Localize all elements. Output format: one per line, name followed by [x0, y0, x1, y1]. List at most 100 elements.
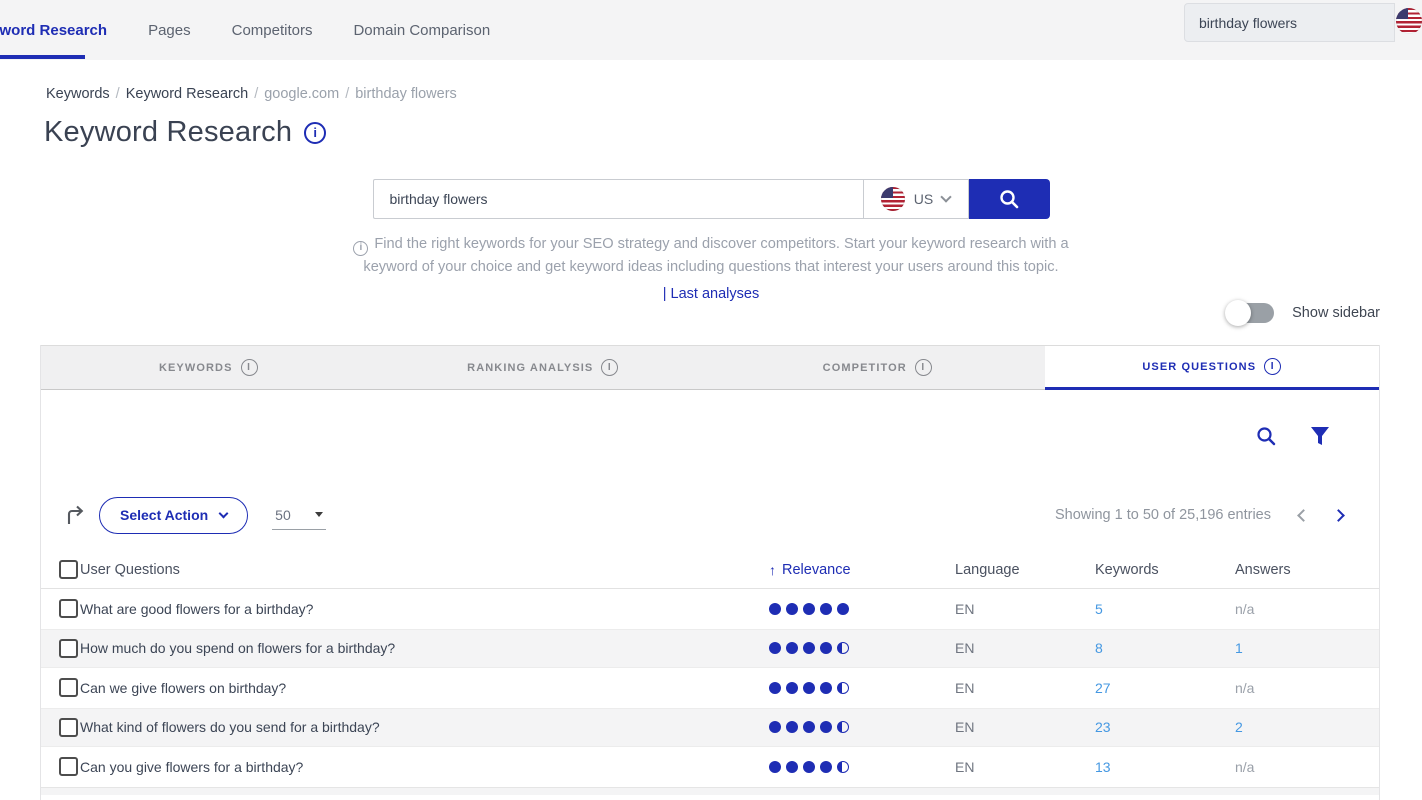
question-cell: What kind of flowers do you send for a b… — [80, 719, 769, 735]
keywords-count-link[interactable]: 23 — [1095, 719, 1111, 735]
language-cell: EN — [955, 640, 1095, 656]
info-icon[interactable]: i — [915, 359, 932, 376]
title-info-icon[interactable]: i — [304, 122, 326, 144]
page-size-select[interactable]: 50 — [272, 500, 326, 530]
answers-cell: n/a — [1235, 601, 1379, 617]
tab-keywords[interactable]: KEYWORDSi — [41, 346, 376, 390]
column-language[interactable]: Language — [955, 562, 1095, 578]
relevance-dot — [769, 721, 781, 733]
nav-items: Keyword Research Pages Competitors Domai… — [0, 0, 531, 60]
select-action-button[interactable]: Select Action — [99, 497, 248, 534]
toggle-knob — [1225, 300, 1251, 326]
nav-item-competitors[interactable]: Competitors — [232, 22, 313, 39]
question-cell: Can we give flowers on birthday? — [80, 680, 769, 696]
keywords-cell: 8 — [1095, 640, 1235, 656]
relevance-dot — [803, 721, 815, 733]
answers-count-link[interactable]: 1 — [1235, 640, 1243, 656]
pagination-next-button[interactable] — [1334, 511, 1343, 520]
pagination-prev-button[interactable] — [1299, 511, 1308, 520]
relevance-dot — [803, 603, 815, 615]
search-button[interactable] — [969, 179, 1050, 219]
us-flag-icon[interactable] — [1396, 8, 1422, 34]
row-checkbox[interactable] — [59, 599, 78, 618]
row-checkbox[interactable] — [59, 718, 78, 737]
keywords-count-link[interactable]: 27 — [1095, 680, 1111, 696]
table-row: How much do you spend on flowers for a b… — [41, 629, 1379, 669]
info-icon[interactable]: i — [1264, 358, 1281, 375]
table-search-icon[interactable] — [1256, 426, 1277, 447]
table-row: Can you give flowers for a birthday? EN … — [41, 747, 1379, 787]
keywords-cell: 23 — [1095, 719, 1235, 735]
info-icon[interactable]: i — [601, 359, 618, 376]
language-cell: EN — [955, 680, 1095, 696]
relevance-dot — [803, 682, 815, 694]
row-checkbox[interactable] — [59, 757, 78, 776]
nav-item-domain-comparison[interactable]: Domain Comparison — [353, 22, 490, 39]
top-search-input[interactable] — [1184, 3, 1395, 42]
keywords-count-link[interactable]: 8 — [1095, 640, 1103, 656]
pipe-divider: | — [663, 286, 667, 302]
tab-competitor[interactable]: COMPETITORi — [710, 346, 1045, 390]
breadcrumb-keyword: birthday flowers — [355, 86, 457, 102]
nav-item-pages[interactable]: Pages — [148, 22, 191, 39]
answers-cell: 1 — [1235, 640, 1379, 656]
caret-down-icon — [315, 512, 323, 517]
export-icon[interactable] — [63, 503, 87, 527]
table-header: User Questions ↑Relevance Language Keywo… — [41, 551, 1379, 589]
tab-user-questions[interactable]: USER QUESTIONSi — [1045, 346, 1380, 390]
answers-cell: 2 — [1235, 719, 1379, 735]
keyword-search-bar: US — [373, 179, 1050, 219]
question-cell: Can you give flowers for a birthday? — [80, 759, 769, 775]
relevance-dots — [769, 721, 955, 733]
chevron-down-icon — [941, 191, 952, 202]
relevance-dots — [769, 682, 955, 694]
nav-item-keyword-research[interactable]: Keyword Research — [0, 22, 107, 39]
relevance-dot — [786, 642, 798, 654]
us-flag-icon — [881, 187, 905, 211]
filter-icon[interactable] — [1311, 427, 1329, 446]
relevance-dot — [837, 761, 849, 773]
table-tools — [41, 390, 1379, 448]
breadcrumb-keyword-research[interactable]: Keyword Research — [126, 86, 249, 102]
relevance-dot — [769, 761, 781, 773]
keywords-count-link[interactable]: 5 — [1095, 601, 1103, 617]
row-checkbox[interactable] — [59, 678, 78, 697]
breadcrumb-keywords[interactable]: Keywords — [46, 86, 110, 102]
column-relevance-sorted[interactable]: ↑Relevance — [769, 562, 955, 578]
column-answers[interactable]: Answers — [1235, 562, 1379, 578]
table-action-row: Select Action 50 Showing 1 to 50 of 25,1… — [41, 496, 1379, 534]
relevance-dot — [769, 642, 781, 654]
active-nav-underline — [0, 55, 85, 59]
row-checkbox[interactable] — [59, 639, 78, 658]
info-icon[interactable]: i — [241, 359, 258, 376]
column-keywords[interactable]: Keywords — [1095, 562, 1235, 578]
language-cell: EN — [955, 719, 1095, 735]
column-user-questions[interactable]: User Questions — [80, 562, 769, 578]
relevance-dot — [803, 761, 815, 773]
country-select[interactable]: US — [863, 179, 969, 219]
relevance-dot — [786, 761, 798, 773]
show-sidebar-label: Show sidebar — [1292, 305, 1380, 321]
table-row: What are good flowers for a birthday? EN… — [41, 589, 1379, 629]
relevance-dots — [769, 642, 955, 654]
relevance-dot — [769, 603, 781, 615]
answers-count-link[interactable]: 2 — [1235, 719, 1243, 735]
table-row: What kind of flowers do you send for a b… — [41, 708, 1379, 748]
search-icon — [998, 188, 1020, 210]
select-all-checkbox[interactable] — [59, 560, 78, 579]
relevance-dot — [769, 682, 781, 694]
show-sidebar-toggle[interactable] — [1228, 303, 1274, 323]
tab-bar: KEYWORDSi RANKING ANALYSISi COMPETITORi … — [41, 345, 1379, 390]
relevance-dot — [820, 761, 832, 773]
keywords-count-link[interactable]: 13 — [1095, 759, 1111, 775]
keyword-input[interactable] — [373, 179, 863, 219]
entries-summary: Showing 1 to 50 of 25,196 entries — [1055, 507, 1271, 523]
relevance-dots — [769, 761, 955, 773]
tab-ranking-analysis[interactable]: RANKING ANALYSISi — [376, 346, 711, 390]
question-cell: What are good flowers for a birthday? — [80, 601, 769, 617]
top-nav: Keyword Research Pages Competitors Domai… — [0, 0, 1422, 60]
last-analyses-row: |Last analyses — [0, 286, 1422, 302]
country-code: US — [914, 191, 933, 207]
last-analyses-link[interactable]: Last analyses — [671, 286, 760, 302]
breadcrumb-domain[interactable]: google.com — [264, 86, 339, 102]
